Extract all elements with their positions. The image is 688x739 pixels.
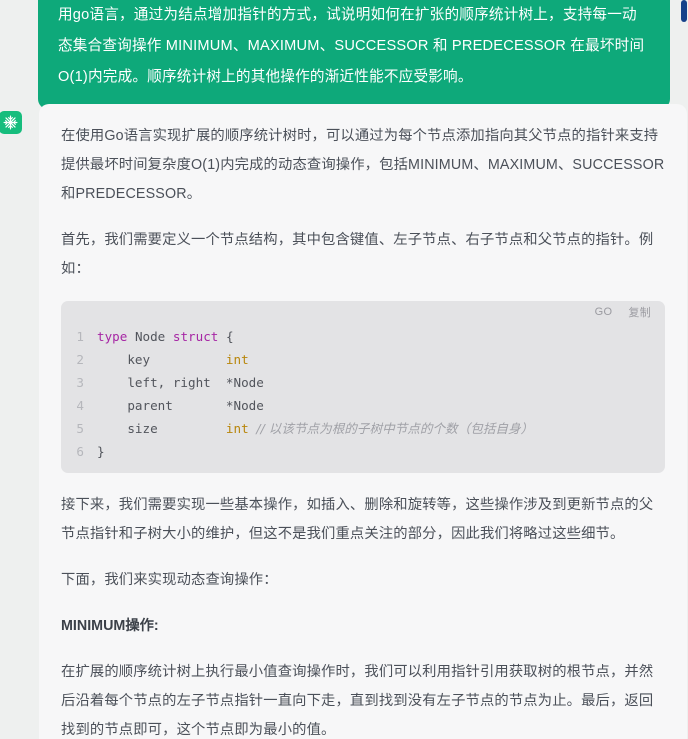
code-line-number: 6 — [76, 444, 84, 459]
code-line-content: } — [97, 444, 105, 459]
code-line-number: 5 — [76, 421, 84, 436]
snowflake-logo-icon — [2, 114, 19, 131]
code-line-content: size int // 以该节点为根的子树中节点的个数（包括自身） — [97, 421, 534, 436]
user-message-row: 用go语言，通过为结点增加指针的方式，试说明如何在扩张的顺序统计树上，支持每一动… — [38, 0, 670, 109]
code-line-content: key int — [97, 352, 249, 367]
assistant-paragraph-3: 接下来，我们需要实现一些基本操作，如插入、删除和旋转等，这些操作涉及到更新节点的… — [61, 497, 654, 542]
page-scrollbar-track[interactable] — [680, 0, 688, 739]
assistant-paragraph-2: 首先，我们需要定义一个节点结构，其中包含键值、左子节点、右子节点和父节点的指针。… — [61, 232, 654, 277]
page-scrollbar-thumb[interactable] — [681, 0, 687, 22]
code-line-number: 1 — [76, 329, 84, 344]
assistant-message-row: 在使用Go语言实现扩展的顺序统计树时，可以通过为每个节点添加指向其父节点的指针来… — [0, 104, 688, 739]
code-line: 2 key int — [61, 348, 665, 371]
assistant-paragraph-5: 在扩展的顺序统计树上执行最小值查询操作时，我们可以利用指针引用获取树的根节点，并… — [61, 664, 654, 738]
user-message-bubble: 用go语言，通过为结点增加指针的方式，试说明如何在扩张的顺序统计树上，支持每一动… — [38, 0, 670, 109]
assistant-avatar — [0, 111, 22, 134]
code-line-content: parent *Node — [97, 398, 264, 413]
code-line-content: left, right *Node — [97, 375, 264, 390]
copy-code-button[interactable]: 复制 — [628, 304, 651, 320]
code-line-content: type Node struct { — [97, 329, 234, 344]
code-block-header: GO 复制 — [61, 301, 665, 323]
code-block-body: 1 type Node struct {2 key int 3 left, righ… — [61, 323, 665, 473]
code-block-node-struct: GO 复制 1 type Node struct {2 key int 3 left… — [61, 301, 665, 473]
code-line: 3 left, right *Node — [61, 371, 665, 394]
code-line: 6} — [61, 440, 665, 463]
code-line-number: 2 — [76, 352, 84, 367]
assistant-message-card: 在使用Go语言实现扩展的顺序统计树时，可以通过为每个节点添加指向其父节点的指针来… — [39, 104, 687, 739]
code-line: 4 parent *Node — [61, 394, 665, 417]
chat-page: 用go语言，通过为结点增加指针的方式，试说明如何在扩张的顺序统计树上，支持每一动… — [0, 0, 688, 739]
code-line-number: 3 — [76, 375, 84, 390]
code-line-number: 4 — [76, 398, 84, 413]
assistant-paragraph-4: 下面，我们来实现动态查询操作： — [61, 572, 278, 588]
code-language-label: GO — [594, 306, 613, 318]
assistant-paragraph-1: 在使用Go语言实现扩展的顺序统计树时，可以通过为每个节点添加指向其父节点的指针来… — [61, 128, 665, 202]
assistant-heading-minimum: MINIMUM操作: — [61, 618, 159, 634]
code-line: 1 type Node struct { — [61, 325, 665, 348]
code-line: 5 size int // 以该节点为根的子树中节点的个数（包括自身） — [61, 417, 665, 440]
